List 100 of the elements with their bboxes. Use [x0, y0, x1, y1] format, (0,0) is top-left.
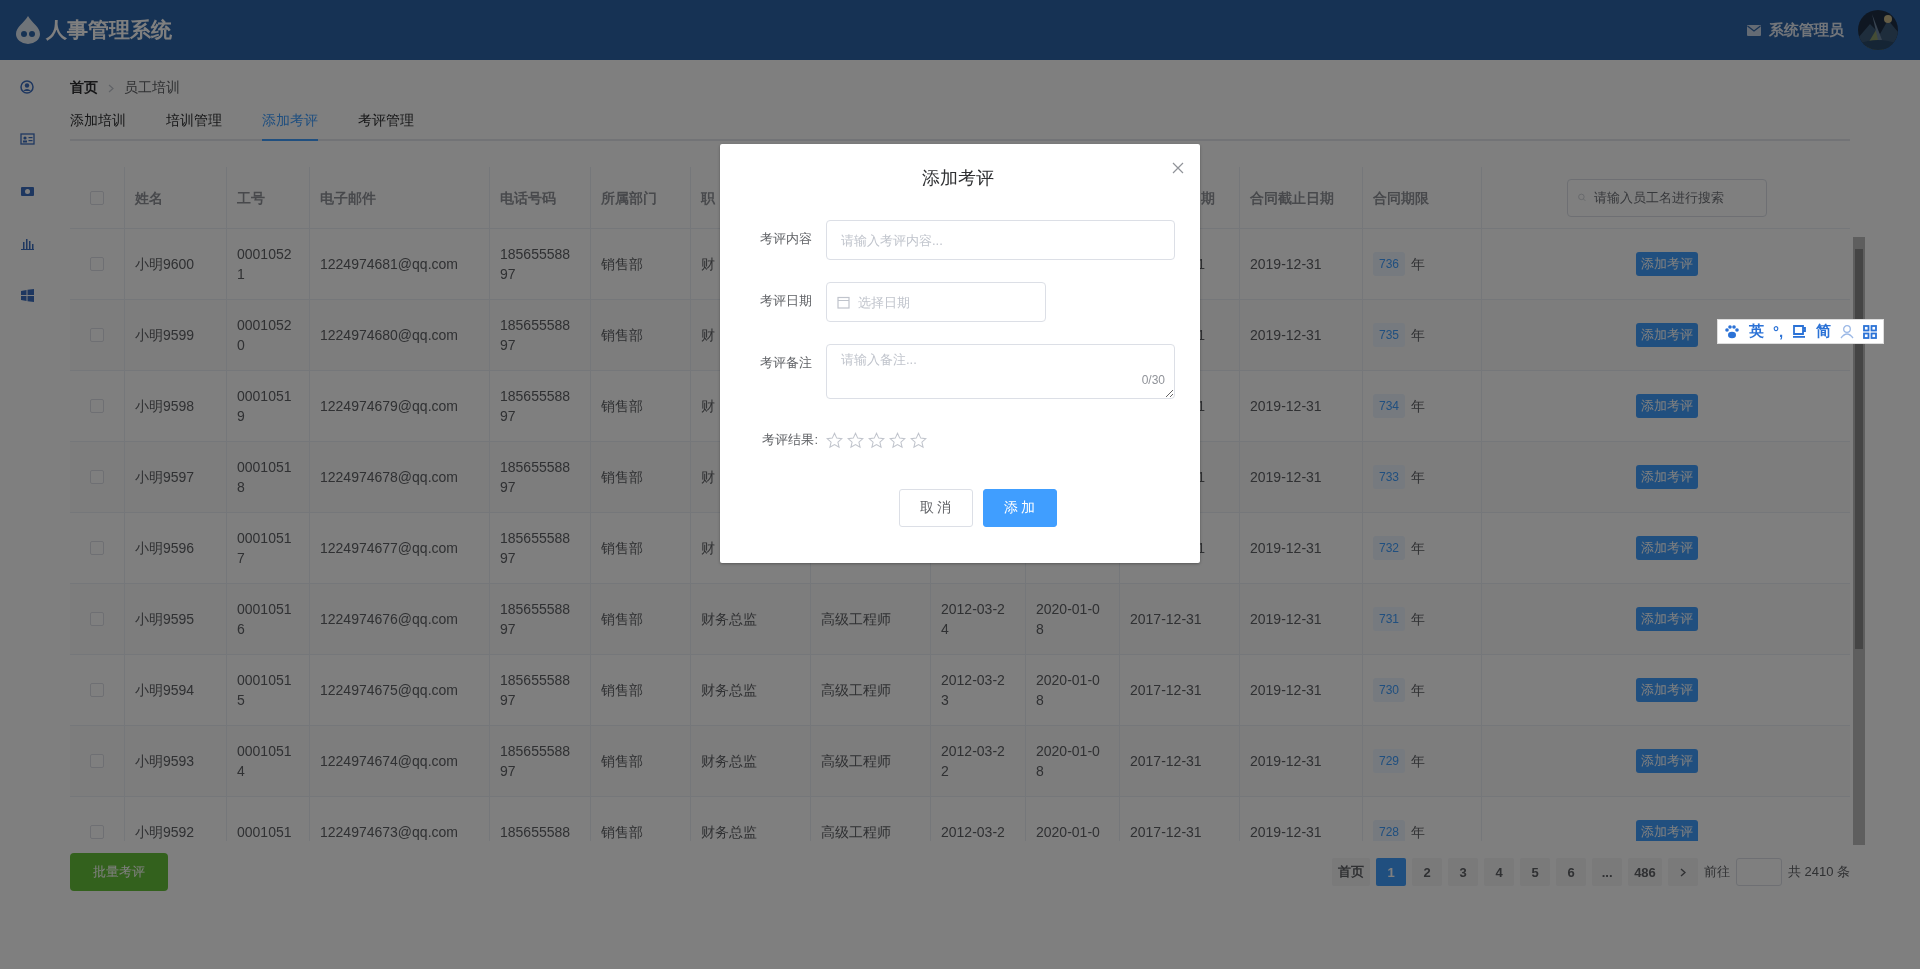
- page-button[interactable]: 6: [1556, 858, 1587, 886]
- tab[interactable]: 培训管理: [166, 112, 222, 141]
- table-cell-text: 1224974677@qq.com: [320, 539, 458, 558]
- input-field[interactable]: 请输入考评内容...: [826, 220, 1175, 260]
- field-label: 考评备注: [759, 354, 813, 372]
- table-cell-text: 00010519: [237, 387, 293, 426]
- table-cell-text: 2017-12-31: [1130, 752, 1202, 771]
- table-cell-text: 财: [701, 397, 715, 416]
- first-page-button[interactable]: 首页: [1332, 858, 1371, 886]
- table-cell-text: 财务总监: [701, 610, 757, 629]
- user-name[interactable]: 系统管理员: [1769, 20, 1844, 40]
- grid-icon[interactable]: [1863, 324, 1878, 339]
- page-button[interactable]: 2: [1412, 858, 1443, 886]
- table-cell-text: 高级工程师: [821, 681, 891, 700]
- table-cell-text: 2012-03-2: [941, 823, 1005, 841]
- table-cell-text: 财务总监: [701, 752, 757, 771]
- search-box[interactable]: 请输入员工名进行搜索: [1566, 178, 1767, 217]
- add-review-button[interactable]: 添加考评: [1635, 536, 1698, 560]
- table-cell-text: 2012-03-24: [941, 600, 1006, 639]
- page-button[interactable]: 5: [1520, 858, 1551, 886]
- paw-icon[interactable]: [1724, 324, 1740, 339]
- batch-review-button[interactable]: 批量考评: [70, 853, 168, 891]
- person-icon[interactable]: [1840, 324, 1855, 339]
- search-field[interactable]: 请输入员工名进行搜索: [1591, 189, 1756, 206]
- tab[interactable]: 考评管理: [358, 112, 414, 141]
- unit-label: 年: [1411, 752, 1426, 771]
- table-cell-text: 00010514: [237, 742, 293, 781]
- star-icon[interactable]: [847, 431, 864, 449]
- page-button[interactable]: 3: [1448, 858, 1479, 886]
- table-cell-text: 2020-01-08: [1036, 742, 1101, 781]
- table-cell-text: 财: [701, 255, 715, 274]
- table-cell-text: 2012-03-22: [941, 742, 1006, 781]
- scrollbar[interactable]: [1853, 237, 1865, 845]
- more-pages-button[interactable]: ...: [1592, 858, 1623, 886]
- table-cell-text: 高级工程师: [821, 752, 891, 771]
- add-button[interactable]: 添 加: [982, 489, 1057, 527]
- user-circle-icon[interactable]: [20, 80, 35, 95]
- cup-icon[interactable]: [1792, 324, 1808, 339]
- add-review-button[interactable]: 添加考评: [1635, 252, 1698, 276]
- chevron-icon: [1679, 867, 1686, 877]
- table-cell-text: 18565558897: [500, 387, 572, 426]
- star-icon[interactable]: [889, 431, 906, 449]
- mail-icon[interactable]: [1747, 24, 1761, 36]
- table-cell-text: 18565558897: [500, 600, 572, 639]
- page-button[interactable]: 486: [1628, 858, 1662, 886]
- chevron-icon: [108, 83, 114, 93]
- table-cell-text: 高级工程师: [821, 823, 891, 841]
- table-cell-text: 财务总监: [701, 823, 757, 841]
- add-review-button[interactable]: 添加考评: [1635, 820, 1698, 841]
- table-cell-text: 财: [701, 539, 715, 558]
- add-review-button[interactable]: 添加考评: [1635, 749, 1698, 773]
- table-cell-text: 销售部: [601, 468, 643, 487]
- table-cell-text: 18565558897: [500, 671, 572, 710]
- ime-label[interactable]: 英: [1749, 322, 1764, 341]
- windows-icon[interactable]: [20, 288, 35, 303]
- table-cell-text: 2019-12-31: [1250, 326, 1322, 345]
- star-icon[interactable]: [826, 431, 843, 449]
- page-button[interactable]: 1: [1376, 858, 1407, 886]
- ime-label[interactable]: 简: [1816, 322, 1832, 341]
- star-icon[interactable]: [910, 431, 927, 449]
- table-cell-text: 18565558897: [500, 529, 572, 568]
- count-tag: 736: [1373, 252, 1406, 276]
- table-cell-text: 小明9592: [135, 823, 195, 841]
- money-icon[interactable]: [20, 184, 35, 199]
- table-cell-text: 财: [701, 468, 715, 487]
- add-review-button[interactable]: 添加考评: [1635, 465, 1698, 489]
- table-cell-text: 18565558897: [500, 742, 572, 781]
- tab[interactable]: 添加考评: [262, 112, 318, 141]
- close-icon[interactable]: [1172, 162, 1184, 174]
- add-review-button[interactable]: 添加考评: [1635, 607, 1698, 631]
- add-review-button[interactable]: 添加考评: [1635, 394, 1698, 418]
- table-cell-text: 2017-12-31: [1130, 610, 1202, 629]
- id-card-icon[interactable]: [20, 132, 35, 147]
- breadcrumb-link[interactable]: 首页: [70, 79, 98, 97]
- table-cell-text: 2020-01-08: [1036, 600, 1101, 639]
- table-cell-text: 2017-12-31: [1130, 823, 1202, 841]
- count-tag: 731: [1373, 607, 1406, 631]
- unit-label: 年: [1411, 539, 1426, 558]
- bar-chart-icon[interactable]: [20, 236, 35, 251]
- table-cell-text: 小明9599: [135, 326, 195, 345]
- cancel-button[interactable]: 取 消: [898, 489, 973, 527]
- unit-label: 年: [1411, 255, 1426, 274]
- table-cell-text: 2017-12-31: [1130, 681, 1202, 700]
- add-review-button[interactable]: 添加考评: [1635, 323, 1698, 347]
- page-button[interactable]: 4: [1484, 858, 1515, 886]
- table-cell-text: 销售部: [601, 752, 643, 771]
- count-tag: 732: [1373, 536, 1406, 560]
- count-tag: 733: [1373, 465, 1406, 489]
- char-counter: 0/30: [1141, 373, 1165, 387]
- table-cell-text: 18565558897: [500, 316, 572, 355]
- dialog: 添加考评 考评内容 请输入考评内容... 考评日期 选择日期 考评备注 请输入备注... 0/30 考评结果: 取 消 添 加: [720, 144, 1200, 563]
- field-label: 考评结果:: [761, 431, 819, 449]
- total-count: 共 2410 条: [1787, 863, 1850, 881]
- next-page-button[interactable]: [1667, 858, 1698, 886]
- star-icon[interactable]: [868, 431, 885, 449]
- table-cell-text: 1224974673@qq.com: [320, 823, 458, 841]
- table-cell-text: 2019-12-31: [1250, 539, 1322, 558]
- tab[interactable]: 添加培训: [70, 112, 126, 141]
- add-review-button[interactable]: 添加考评: [1635, 678, 1698, 702]
- ime-label[interactable]: °,: [1773, 323, 1784, 340]
